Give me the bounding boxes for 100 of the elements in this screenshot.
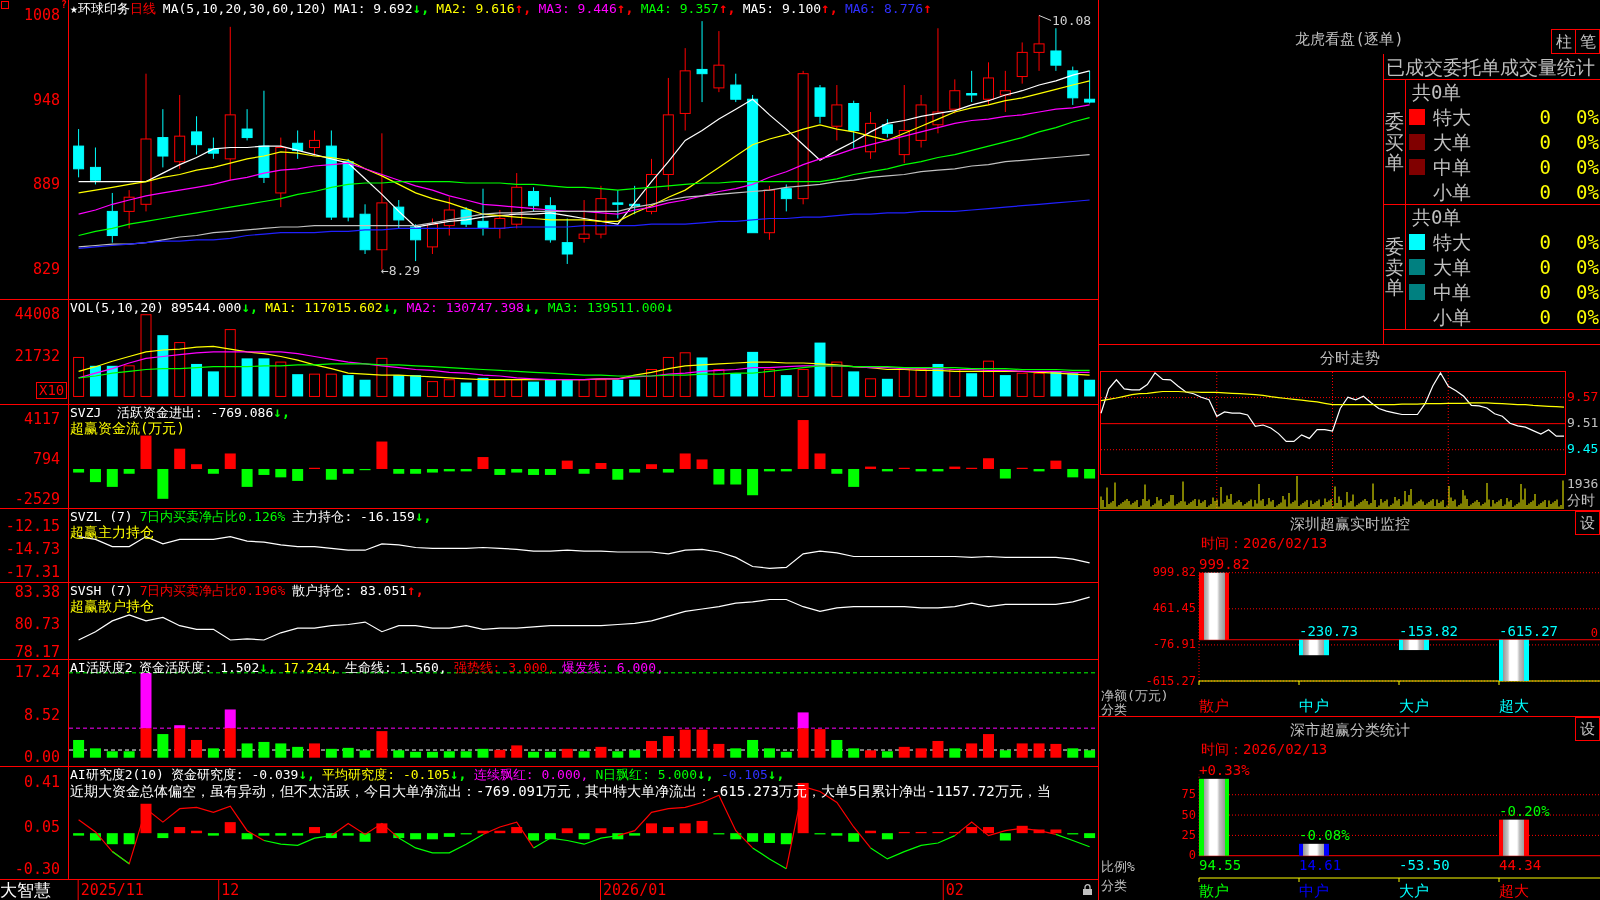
axis-label: 8.52 [23,706,60,725]
order-size-label: 中单 [1433,280,1471,303]
axis-label: 0.41 [23,773,60,792]
value-label: -230.73 [1299,622,1358,639]
panel-title: 龙虎看盘(逐单) [1295,31,1404,48]
axis-label: 9.51 [1567,415,1599,431]
value-label: -53.50 [1399,857,1450,873]
trend-arrow: ↓, [449,767,467,782]
date-label: 时间：2026/02/13 [1201,742,1328,756]
axis-label: 0.05 [23,817,60,836]
order-count: 0 [1539,130,1551,153]
trend-arrow: ↓, [298,767,316,782]
order-percent: 0% [1576,280,1599,303]
axis-label: 44008 [14,305,60,324]
category-label: 中户 [1299,882,1329,900]
date-label: 12 [221,880,240,899]
indicator-text: AI活跃度2 [70,660,133,675]
trend-arrow: ↓, [273,405,291,420]
indicator-text: 7日内买卖净占比0.126% [139,509,286,524]
order-percent: 0% [1576,255,1599,278]
axis-label: 9.45 [1567,441,1599,457]
indicator-text: MA3: 9.446 [538,1,617,16]
category-label: 大户 [1399,697,1429,715]
panel-title: 深市超赢分类统计 [1289,720,1410,739]
axis-title: 分类 [1101,702,1127,716]
axis-label: -2529 [14,489,60,508]
axis-label: 25 [1181,827,1196,842]
panel-title: 深圳超赢实时监控 [1289,514,1410,533]
indicator-text: 89544.000 [170,300,242,315]
indicator-text: -0.105 [720,767,768,782]
order-size-label: 中单 [1433,155,1471,178]
stock-name: ★环球印务 [70,1,130,16]
order-count: 0 [1539,105,1551,128]
value-label: 94.55 [1199,857,1242,873]
group-label: 委买单 [1385,110,1404,174]
trend-arrow: ↑, [616,1,634,16]
category-label: 散户 [1199,697,1229,715]
date-label: 2025/11 [80,880,144,899]
axis-title: 净额(万元) [1101,688,1169,703]
value-label: -153.82 [1399,622,1458,639]
order-percent: 0% [1576,130,1599,153]
indicator-text: SVSH (7) [70,583,133,598]
indicator-text: SVZL (7) [70,509,133,524]
indicator-text: 散户持仓: 83.051 [292,583,408,598]
order-count: 0 [1539,155,1551,178]
indicator-title: 超赢主力持仓 [70,524,154,540]
date-label: 02 [945,880,964,899]
category-label: 大户 [1399,882,1429,900]
indicator-text: VOL(5,10,20) [70,300,164,315]
category-label: 散户 [1199,882,1229,900]
indicator-title: 超赢资金流(万元) [70,420,185,436]
order-count: 0 [1539,255,1551,278]
trend-arrow: ↓, [767,767,785,782]
trend-arrow: ↓ [665,300,674,315]
indicator-text: MA(5,10,20,30,60,120) [162,1,328,16]
indicator-text: MA1: 117015.602 [265,300,383,315]
axis-label: 50 [1181,807,1196,822]
trend-arrow: ↑, [821,1,838,16]
indicator-text: 资金研究度: -0.039 [170,767,299,782]
indicator-text: 平均研究度: -0.105 [322,767,450,782]
trend-arrow: ↓, [241,300,259,315]
indicator-text: MA4: 9.357 [640,1,719,16]
trend-arrow: ↓, [412,1,430,16]
table-title: 已成交委托单成交量统计 [1386,55,1595,78]
indicator-text: AI研究度2(10) [70,767,164,782]
order-total: 共0单 [1412,206,1462,228]
annotation: 10.08 [1052,13,1092,29]
indicator-text: MA1: 9.692 [334,1,413,16]
axis-label: -0.30 [14,860,60,879]
trend-arrow: ↓, [414,509,432,524]
indicator-text: 17.244, [283,660,338,675]
order-count: 0 [1539,180,1551,203]
trend-arrow: ↑, [407,583,424,598]
trend-arrow: ↓, [382,300,400,315]
date-label: 时间：2026/02/13 [1201,536,1328,550]
axis-label: -14.73 [5,540,60,559]
order-count: 0 [1539,305,1551,328]
brand-label: 大智慧 [0,880,51,900]
trend-arrow: ↑, [514,1,532,16]
high-price-annotation: 10.08 [1038,13,1092,29]
axis-label: 829 [32,260,60,279]
order-size-label: 小单 [1433,180,1471,203]
period-label: 日线 [129,1,156,16]
order-percent: 0% [1576,105,1599,128]
axis-label: 21732 [14,346,60,365]
value-label: 14.61 [1299,857,1342,873]
axis-label: 83.38 [14,583,60,602]
panel-title: 分时走势 [1319,348,1380,367]
axis-title: 分类 [1101,878,1127,893]
volume-scale-label: 1936 [1567,475,1599,491]
axis-label: 1008 [23,6,60,24]
indicator-text: MA5: 9.100 [742,1,822,16]
indicator-text: MA3: 139511.000 [547,300,666,315]
order-size-label: 特大 [1433,230,1471,253]
order-count: 0 [1539,280,1551,303]
order-count: 0 [1539,230,1551,253]
axis-label: -17.31 [5,563,60,582]
indicator-text: MA2: 9.616 [436,1,515,16]
order-size-label: 小单 [1433,305,1471,328]
axis-label: 0.00 [23,748,60,767]
